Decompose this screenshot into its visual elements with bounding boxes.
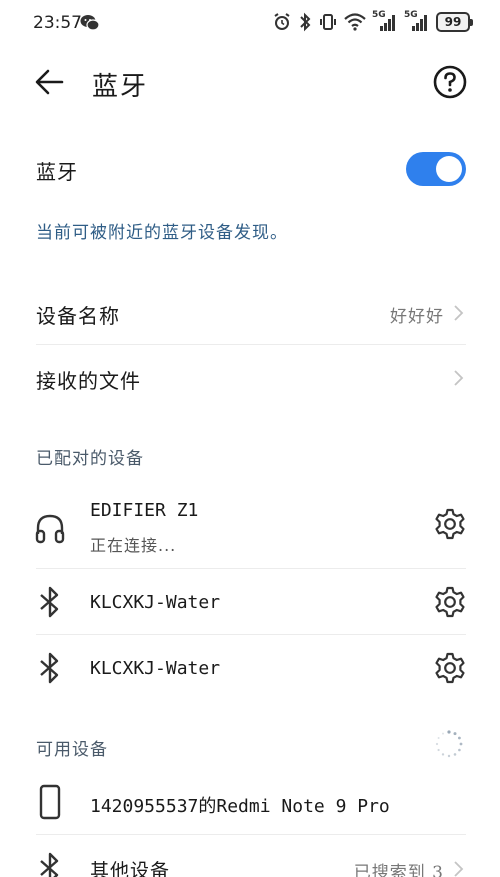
chevron-right-icon — [454, 861, 464, 877]
status-icons: 5G 5G 99 — [272, 10, 473, 32]
alarm-icon — [272, 12, 292, 32]
signal-5g-icon-1: 5G — [372, 10, 398, 32]
bluetooth-toggle-row[interactable]: 蓝牙 — [0, 142, 500, 198]
received-files-label: 接收的文件 — [36, 369, 141, 393]
received-files-row[interactable]: 接收的文件 — [0, 347, 500, 409]
device-name-row[interactable]: 设备名称 好好好 — [0, 282, 500, 344]
paired-device-status: 正在连接... — [90, 536, 177, 555]
arrow-left-icon — [35, 69, 64, 95]
device-settings-button[interactable] — [432, 506, 468, 542]
battery-indicator: 99 — [436, 12, 473, 32]
paired-device-name: EDIFIER Z1 — [90, 500, 199, 521]
phone-icon — [39, 784, 61, 820]
paired-devices-title: 已配对的设备 — [36, 449, 144, 469]
chevron-right-icon — [454, 370, 464, 386]
switch-knob — [436, 156, 462, 182]
bluetooth-label: 蓝牙 — [36, 160, 78, 184]
back-button[interactable] — [32, 64, 68, 100]
wechat-icon — [80, 14, 100, 36]
available-device-item[interactable]: 1420955537的Redmi Note 9 Pro — [0, 770, 500, 834]
status-bar: 23:57 5G 5G 99 — [0, 0, 500, 46]
paired-device-name: KLCXKJ-Water — [90, 658, 221, 679]
loading-spinner-icon — [435, 730, 463, 758]
available-device-name: 1420955537的Redmi Note 9 Pro — [90, 796, 390, 817]
bluetooth-icon — [40, 652, 59, 684]
device-settings-button[interactable] — [432, 584, 468, 620]
gear-icon — [435, 652, 465, 684]
help-icon — [433, 65, 467, 99]
header: 蓝牙 — [0, 56, 500, 108]
bluetooth-icon — [40, 852, 59, 877]
vibrate-icon — [318, 12, 338, 32]
paired-device-name: KLCXKJ-Water — [90, 592, 221, 613]
page-title: 蓝牙 — [92, 72, 149, 102]
paired-device-item[interactable]: EDIFIER Z1 正在连接... — [0, 490, 500, 568]
divider — [36, 344, 466, 345]
signal-5g-icon-2: 5G — [404, 10, 430, 32]
device-name-value: 好好好 — [390, 307, 444, 327]
available-devices-title: 可用设备 — [36, 740, 108, 760]
other-devices-count: 已搜索到 3 — [353, 863, 444, 877]
bluetooth-switch[interactable] — [406, 152, 466, 186]
divider — [36, 568, 466, 569]
gear-icon — [435, 508, 465, 540]
battery-level: 99 — [444, 15, 462, 29]
paired-device-item[interactable]: KLCXKJ-Water — [0, 570, 500, 634]
divider — [36, 834, 466, 835]
headphones-icon — [35, 514, 65, 544]
paired-device-item[interactable]: KLCXKJ-Water — [0, 636, 500, 700]
bluetooth-icon — [40, 586, 59, 618]
wifi-icon — [344, 13, 366, 31]
device-settings-button[interactable] — [432, 650, 468, 686]
gear-icon — [435, 586, 465, 618]
other-devices-label: 其他设备 — [90, 860, 171, 877]
chevron-right-icon — [454, 305, 464, 321]
visibility-description: 当前可被附近的蓝牙设备发现。 — [36, 223, 288, 243]
help-button[interactable] — [432, 64, 468, 100]
device-name-label: 设备名称 — [36, 304, 120, 328]
other-devices-row[interactable]: 其他设备 已搜索到 3 — [0, 836, 500, 877]
status-time: 23:57 — [33, 13, 82, 33]
bluetooth-status-icon — [298, 12, 312, 32]
divider — [36, 634, 466, 635]
